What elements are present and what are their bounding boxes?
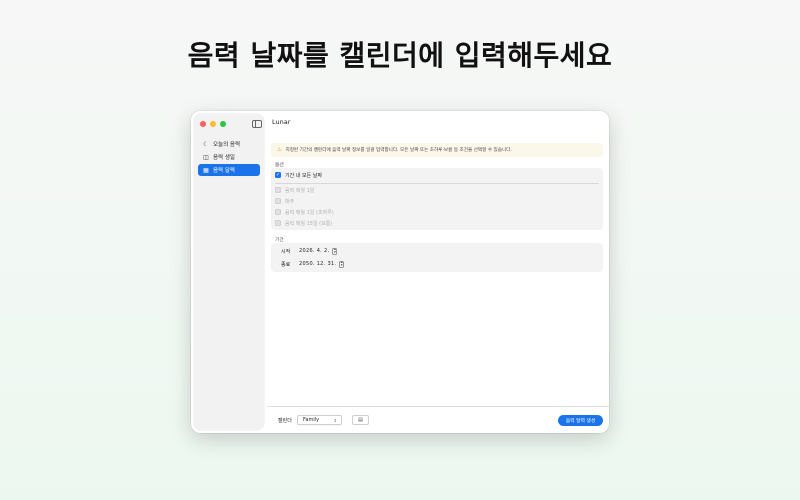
period-group: 시작 2026. 4. 2. ▴ ▾ 종료 2050. 12. 31. ▴ ▾ xyxy=(271,243,603,272)
start-date-row: 시작 2026. 4. 2. ▴ ▾ xyxy=(281,246,338,256)
calendar-select[interactable]: Family ⇕ xyxy=(297,415,342,425)
sidebar: ☾ 오늘의 음력 ◫ 음력 생일 ▦ 음력 달력 xyxy=(194,114,264,430)
maximize-window-button[interactable] xyxy=(220,121,226,127)
start-date-stepper[interactable]: ▴ ▾ xyxy=(332,247,338,255)
start-date-field[interactable]: 2026. 4. 2. xyxy=(299,248,329,254)
calendar-add-button[interactable]: ▤ xyxy=(352,415,369,425)
options-group: ✓ 기간 내 모든 날짜 음력 매월 1일 매주 음력 매월 1일 (초하루) … xyxy=(271,168,603,230)
warning-icon: ⚠ xyxy=(277,147,282,153)
page-headline: 음력 날짜를 캘린더에 입력해두세요 xyxy=(187,39,613,72)
checkbox-icon xyxy=(275,187,281,193)
checkbox-icon xyxy=(275,198,281,204)
sidebar-item-label: 오늘의 음력 xyxy=(213,142,241,148)
end-date-stepper[interactable]: ▴ ▾ xyxy=(339,260,345,268)
checkbox-icon xyxy=(275,209,281,215)
notice-text: 지정된 기간의 캘린더에 음력 날짜 정보를 일괄 입력합니다. 모든 날짜 또… xyxy=(285,148,512,153)
cake-icon: ◫ xyxy=(203,153,209,161)
window-title: Lunar xyxy=(272,118,291,126)
calendar-icon: ▦ xyxy=(203,166,209,174)
end-date-field[interactable]: 2050. 12. 31. xyxy=(299,261,336,267)
option-label: 음력 매월 15일 (보름) xyxy=(285,220,333,227)
option-label: 기간 내 모든 날짜 xyxy=(285,172,322,179)
chevron-updown-icon: ⇕ xyxy=(333,418,337,423)
option-weekly: 매주 xyxy=(275,196,294,206)
option-label: 음력 매월 1일 (초하루) xyxy=(285,209,334,216)
main-content: Lunar ⚠ 지정된 기간의 캘린더에 음력 날짜 정보를 일괄 입력합니다.… xyxy=(267,111,609,433)
sidebar-item-today-lunar[interactable]: ☾ 오늘의 음력 xyxy=(198,138,260,150)
option-label: 매주 xyxy=(285,198,295,205)
minimize-window-button[interactable] xyxy=(210,121,216,127)
option-lunar-new-moon: 음력 매월 1일 (초하루) xyxy=(275,207,334,217)
checkbox-checked-icon[interactable]: ✓ xyxy=(275,172,281,178)
sidebar-item-label: 음력 달력 xyxy=(213,168,235,174)
info-notice: ⚠ 지정된 기간의 캘린더에 음력 날짜 정보를 일괄 입력합니다. 모든 날짜… xyxy=(271,143,603,157)
calendar-add-icon: ▤ xyxy=(358,417,363,423)
period-section-label: 기간 xyxy=(275,238,284,243)
start-date-label: 시작 xyxy=(281,248,291,255)
clock-lunar-icon: ☾ xyxy=(203,140,209,148)
sidebar-toggle-icon[interactable] xyxy=(252,120,262,128)
close-window-button[interactable] xyxy=(200,121,206,127)
end-date-row: 종료 2050. 12. 31. ▴ ▾ xyxy=(281,259,345,269)
options-section-label: 옵션 xyxy=(275,163,284,168)
generate-lunar-calendar-button[interactable]: 음력 달력 생성 xyxy=(558,415,603,426)
checkbox-icon xyxy=(275,220,281,226)
end-date-label: 종료 xyxy=(281,261,291,268)
calendar-label: 캘린더 xyxy=(278,418,292,424)
option-lunar-monthly-1: 음력 매월 1일 xyxy=(275,185,314,195)
sidebar-item-lunar-birthday[interactable]: ◫ 음력 생일 xyxy=(198,151,260,163)
option-lunar-full-moon: 음력 매월 15일 (보름) xyxy=(275,218,332,228)
footer-divider xyxy=(267,406,609,407)
option-label: 음력 매월 1일 xyxy=(285,187,315,194)
options-divider xyxy=(275,183,599,184)
sidebar-item-label: 음력 생일 xyxy=(213,155,235,161)
app-window: ☾ 오늘의 음력 ◫ 음력 생일 ▦ 음력 달력 Lunar ⚠ 지정된 기간의… xyxy=(191,111,609,433)
calendar-select-value: Family xyxy=(303,417,320,423)
sidebar-item-lunar-calendar[interactable]: ▦ 음력 달력 xyxy=(198,164,260,176)
option-all-dates[interactable]: ✓ 기간 내 모든 날짜 xyxy=(275,170,322,180)
